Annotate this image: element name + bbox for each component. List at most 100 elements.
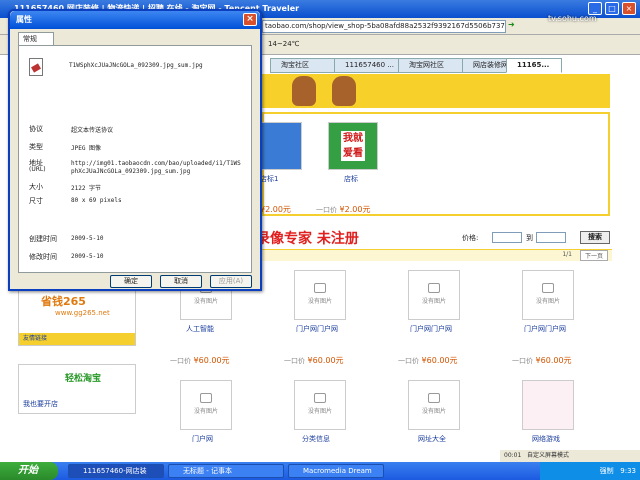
next-page-link[interactable]: 下一页	[579, 250, 608, 261]
dog-image	[332, 76, 356, 106]
dialog-close-button[interactable]: ×	[243, 13, 257, 26]
grid-caption[interactable]: 人工智能	[186, 324, 214, 334]
apply-button[interactable]: 应用(A)	[210, 275, 252, 288]
cancel-button[interactable]: 取消	[160, 275, 202, 288]
size-value: 2122 字节	[71, 185, 102, 192]
camera-icon	[542, 283, 554, 293]
system-tray: 强制 9:33	[540, 462, 640, 480]
grid-caption[interactable]: 网址大全	[418, 434, 446, 444]
start-button[interactable]: 开始	[0, 462, 58, 480]
item-caption[interactable]: 店标	[344, 174, 358, 184]
go-icon[interactable]: ➜	[508, 20, 515, 29]
camera-icon	[200, 393, 212, 403]
grid-caption[interactable]: 网络游戏	[532, 434, 560, 444]
task-browser[interactable]: 111657460-网店装	[68, 464, 164, 478]
tab-3[interactable]: 淘宝网社区	[398, 58, 468, 73]
type-label: 类型	[29, 143, 43, 151]
price-min-input[interactable]	[492, 232, 522, 243]
ok-button[interactable]: 确定	[110, 275, 152, 288]
dimensions-value: 80 x 69 pixels	[71, 197, 122, 204]
maximize-button[interactable]: □	[605, 2, 619, 15]
grid-caption[interactable]: 门户网	[192, 434, 213, 444]
tab-5-active[interactable]: 11165...	[506, 58, 562, 73]
created-value: 2009-5-10	[71, 235, 104, 242]
dialog-titlebar[interactable]: 属性 ×	[10, 11, 260, 29]
badge-text-top: 我就	[341, 131, 365, 146]
ad-gg265[interactable]: 省钱265 www.gg265.net 友情链接	[18, 288, 136, 346]
search-button[interactable]: 搜索	[580, 231, 610, 244]
tab-2[interactable]: 111657460 ...	[334, 58, 404, 73]
tab-1[interactable]: 淘宝社区	[270, 58, 340, 73]
protocol-label: 协议	[29, 125, 43, 133]
clock: 9:33	[620, 467, 636, 475]
protocol-value: 超文本传送协议	[71, 127, 114, 134]
price-max-input[interactable]	[536, 232, 566, 243]
no-image-placeholder[interactable]: 没有图片	[522, 270, 574, 320]
pager: 1/1 下一页	[262, 249, 612, 261]
modified-value: 2009-5-10	[71, 253, 104, 260]
no-image-placeholder[interactable]: 没有图片	[408, 270, 460, 320]
close-button[interactable]: ×	[622, 2, 636, 15]
type-value: JPEG 图像	[71, 145, 102, 152]
grid-price: 一口价 ¥60.00元	[170, 356, 230, 365]
tray-label: 强制	[599, 467, 614, 475]
grid-caption[interactable]: 门户网门户网	[410, 324, 452, 334]
price-label: 价格:	[462, 234, 479, 242]
ad-caption: 我也要开店	[23, 400, 58, 408]
address-value-cont: phXcJUaJNcGOLa_092309.jpg_sum.jpg	[71, 168, 191, 175]
dimensions-label: 尺寸	[29, 197, 43, 205]
properties-dialog: 属性 × 常规 T1WSphXcJUaJNcGOLa_092309.jpg_su…	[8, 9, 262, 291]
item-image[interactable]	[522, 380, 574, 430]
task-dreamweaver[interactable]: Macromedia Dream	[288, 464, 384, 478]
modified-label: 修改时间	[29, 253, 57, 261]
no-image-placeholder[interactable]: 没有图片	[294, 380, 346, 430]
ad-url: www.gg265.net	[55, 309, 110, 317]
item-price: 一口价 ¥2.00元	[316, 205, 371, 214]
divider	[27, 110, 243, 111]
grid-caption[interactable]: 分类信息	[302, 434, 330, 444]
to-label: 到	[526, 234, 533, 242]
task-notepad[interactable]: 无标题 - 记事本	[168, 464, 284, 478]
featured-items-box: 店标1 ¥2.00元 我就 爱看 店标 一口价 ¥2.00元	[252, 112, 610, 216]
divider	[27, 218, 243, 219]
address-sublabel: (URL)	[29, 166, 46, 173]
ad-brand: 省钱265	[41, 295, 86, 308]
ad-brand: 轻松淘宝	[65, 374, 102, 384]
dialog-title: 属性	[16, 15, 32, 24]
dialog-panel: T1WSphXcJUaJNcGOLa_092309.jpg_sum.jpg 协议…	[18, 45, 252, 273]
item-image[interactable]: 我就 爱看	[328, 122, 378, 170]
image-file-icon	[29, 58, 43, 76]
no-image-placeholder[interactable]: 没有图片	[408, 380, 460, 430]
status-num: 00:01	[504, 452, 522, 459]
size-label: 大小	[29, 183, 43, 191]
camera-icon	[314, 393, 326, 403]
shop-banner	[262, 74, 610, 108]
item-caption[interactable]: 店标1	[260, 174, 278, 184]
status-bar: 00:01 自定义屏幕模式	[500, 450, 640, 462]
camera-icon	[428, 393, 440, 403]
grid-caption[interactable]: 门户网门户网	[296, 324, 338, 334]
dog-image	[292, 76, 316, 106]
url-input[interactable]: taobao.com/shop/view_shop-5ba08afd88a253…	[262, 20, 506, 33]
page-info: 1/1	[562, 251, 572, 258]
weather-widget[interactable]: 14~24℃	[268, 40, 300, 48]
tab-general[interactable]: 常规	[18, 32, 54, 46]
ad-taobao[interactable]: 轻松淘宝 我也要开店	[18, 364, 136, 414]
sohu-watermark-logo: tv.sohu.com	[548, 14, 597, 23]
badge-text-bottom: 爱看	[341, 146, 365, 161]
grid-caption[interactable]: 门户网门户网	[524, 324, 566, 334]
tab-bar: 淘宝社区 111657460 ... 淘宝网社区 网店装修网 11165...	[262, 58, 640, 74]
file-name: T1WSphXcJUaJNcGOLa_092309.jpg_sum.jpg	[69, 62, 203, 69]
grid-price: 一口价 ¥60.00元	[512, 356, 572, 365]
item-price: ¥2.00元	[260, 205, 291, 214]
no-image-placeholder[interactable]: 没有图片	[294, 270, 346, 320]
address-value: http://img01.taobaocdn.com/bao/uploaded/…	[71, 160, 241, 167]
camera-icon	[314, 283, 326, 293]
created-label: 创建时间	[29, 235, 57, 243]
grid-price: 一口价 ¥60.00元	[284, 356, 344, 365]
grid-price: 一口价 ¥60.00元	[398, 356, 458, 365]
status-zone: 自定义屏幕模式	[527, 452, 570, 459]
ad-caption: 友情链接	[19, 333, 135, 345]
camera-icon	[428, 283, 440, 293]
no-image-placeholder[interactable]: 没有图片	[180, 380, 232, 430]
